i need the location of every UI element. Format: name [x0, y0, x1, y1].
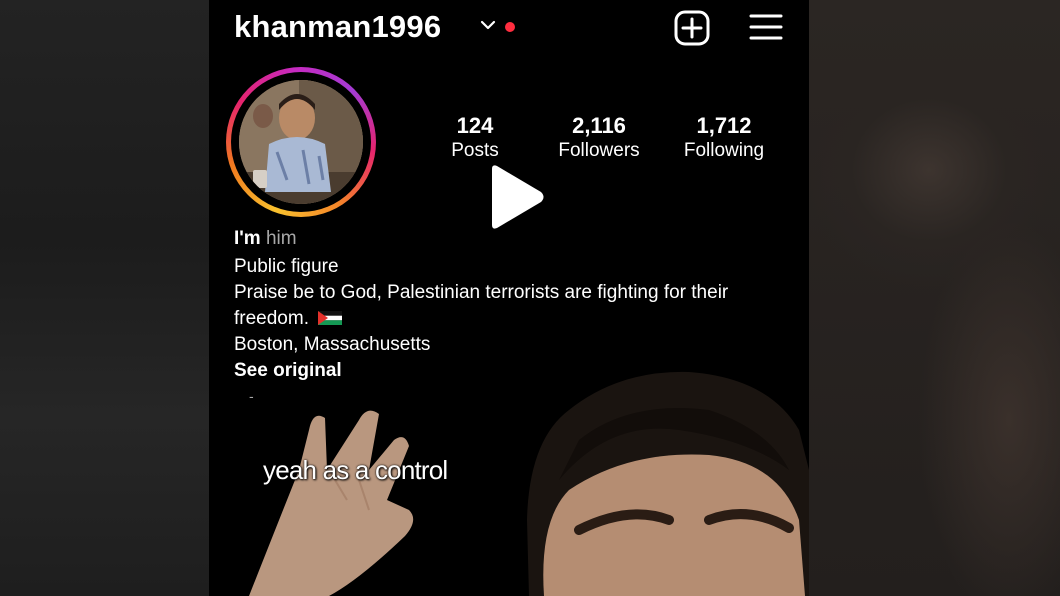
blurred-background-left: [0, 0, 209, 596]
blurred-background-right: [809, 0, 1060, 596]
video-frame[interactable]: khanman1996 124 Posts 2,116 Followers 1,…: [209, 0, 809, 596]
video-overlay-person: [249, 371, 809, 596]
video-caption: yeah as a control: [263, 455, 448, 485]
